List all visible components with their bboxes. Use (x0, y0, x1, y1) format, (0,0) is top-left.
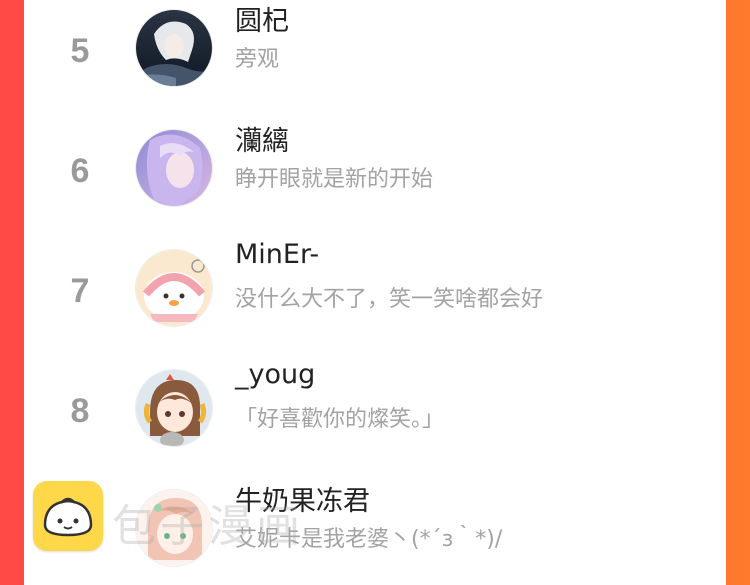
watermark-text: 包子漫画 (112, 501, 304, 552)
user-name: 圆杞 (235, 6, 289, 37)
user-name: MinEr- (235, 239, 320, 270)
user-name: _youg (235, 359, 316, 390)
list-item[interactable]: 8 _youg 「好喜歡你的燦笑。」 (24, 359, 726, 489)
list-item[interactable]: 7 MinEr- 没什么大不了，笑一笑啥都会好 (24, 239, 726, 369)
rank-number: 6 (70, 152, 90, 190)
user-signature: 没什么大不了，笑一笑啥都会好 (235, 287, 544, 312)
avatar[interactable] (135, 249, 213, 327)
rank-number: 8 (70, 392, 90, 430)
list-item[interactable]: 6 灡縭 睁开眼就是新的开始 (24, 126, 726, 249)
avatar[interactable] (135, 9, 213, 87)
baozi-app-logo-icon (33, 481, 103, 551)
avatar[interactable] (135, 369, 213, 447)
user-signature: 「好喜歡你的燦笑。」 (235, 407, 445, 432)
rank-number: 5 (70, 32, 90, 70)
user-signature: 旁观 (235, 47, 280, 72)
user-name: 灡縭 (235, 126, 289, 157)
avatar[interactable] (135, 129, 213, 207)
list-item[interactable]: 5 圆杞 旁观 (24, 6, 726, 129)
rank-number: 7 (70, 272, 90, 310)
user-signature: 睁开眼就是新的开始 (235, 167, 434, 192)
